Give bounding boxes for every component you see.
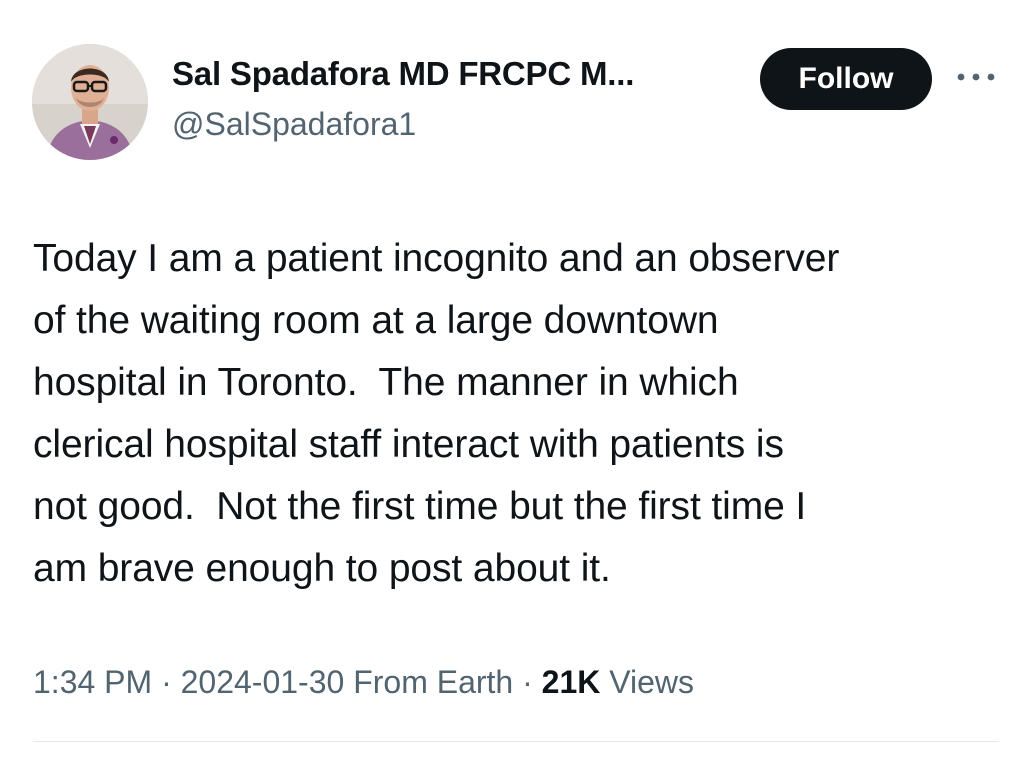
divider: [33, 741, 999, 742]
tweet-meta: 1:34 PM · 2024-01-30 From Earth · 21K Vi…: [33, 664, 694, 701]
meta-separator: ·: [522, 664, 533, 700]
more-horizontal-icon: [957, 73, 995, 81]
views-count[interactable]: 21K: [542, 664, 601, 700]
tweet-time[interactable]: 1:34 PM: [33, 664, 152, 700]
profile-photo-icon: [32, 44, 148, 160]
tweet-card: Sal Spadafora MD FRCPC M... @SalSpadafor…: [0, 0, 1032, 761]
tweet-date[interactable]: 2024-01-30: [181, 664, 345, 700]
avatar[interactable]: [32, 44, 148, 160]
author-handle[interactable]: @SalSpadafora1: [172, 106, 416, 143]
meta-separator: ·: [161, 664, 172, 700]
author-display-name[interactable]: Sal Spadafora MD FRCPC M...: [172, 55, 634, 93]
tweet-text: Today I am a patient incognito and an ob…: [33, 237, 840, 590]
views-label: Views: [609, 664, 695, 700]
more-options-button[interactable]: [954, 62, 998, 92]
follow-button[interactable]: Follow: [760, 48, 932, 110]
tweet-source: From Earth: [353, 664, 514, 700]
